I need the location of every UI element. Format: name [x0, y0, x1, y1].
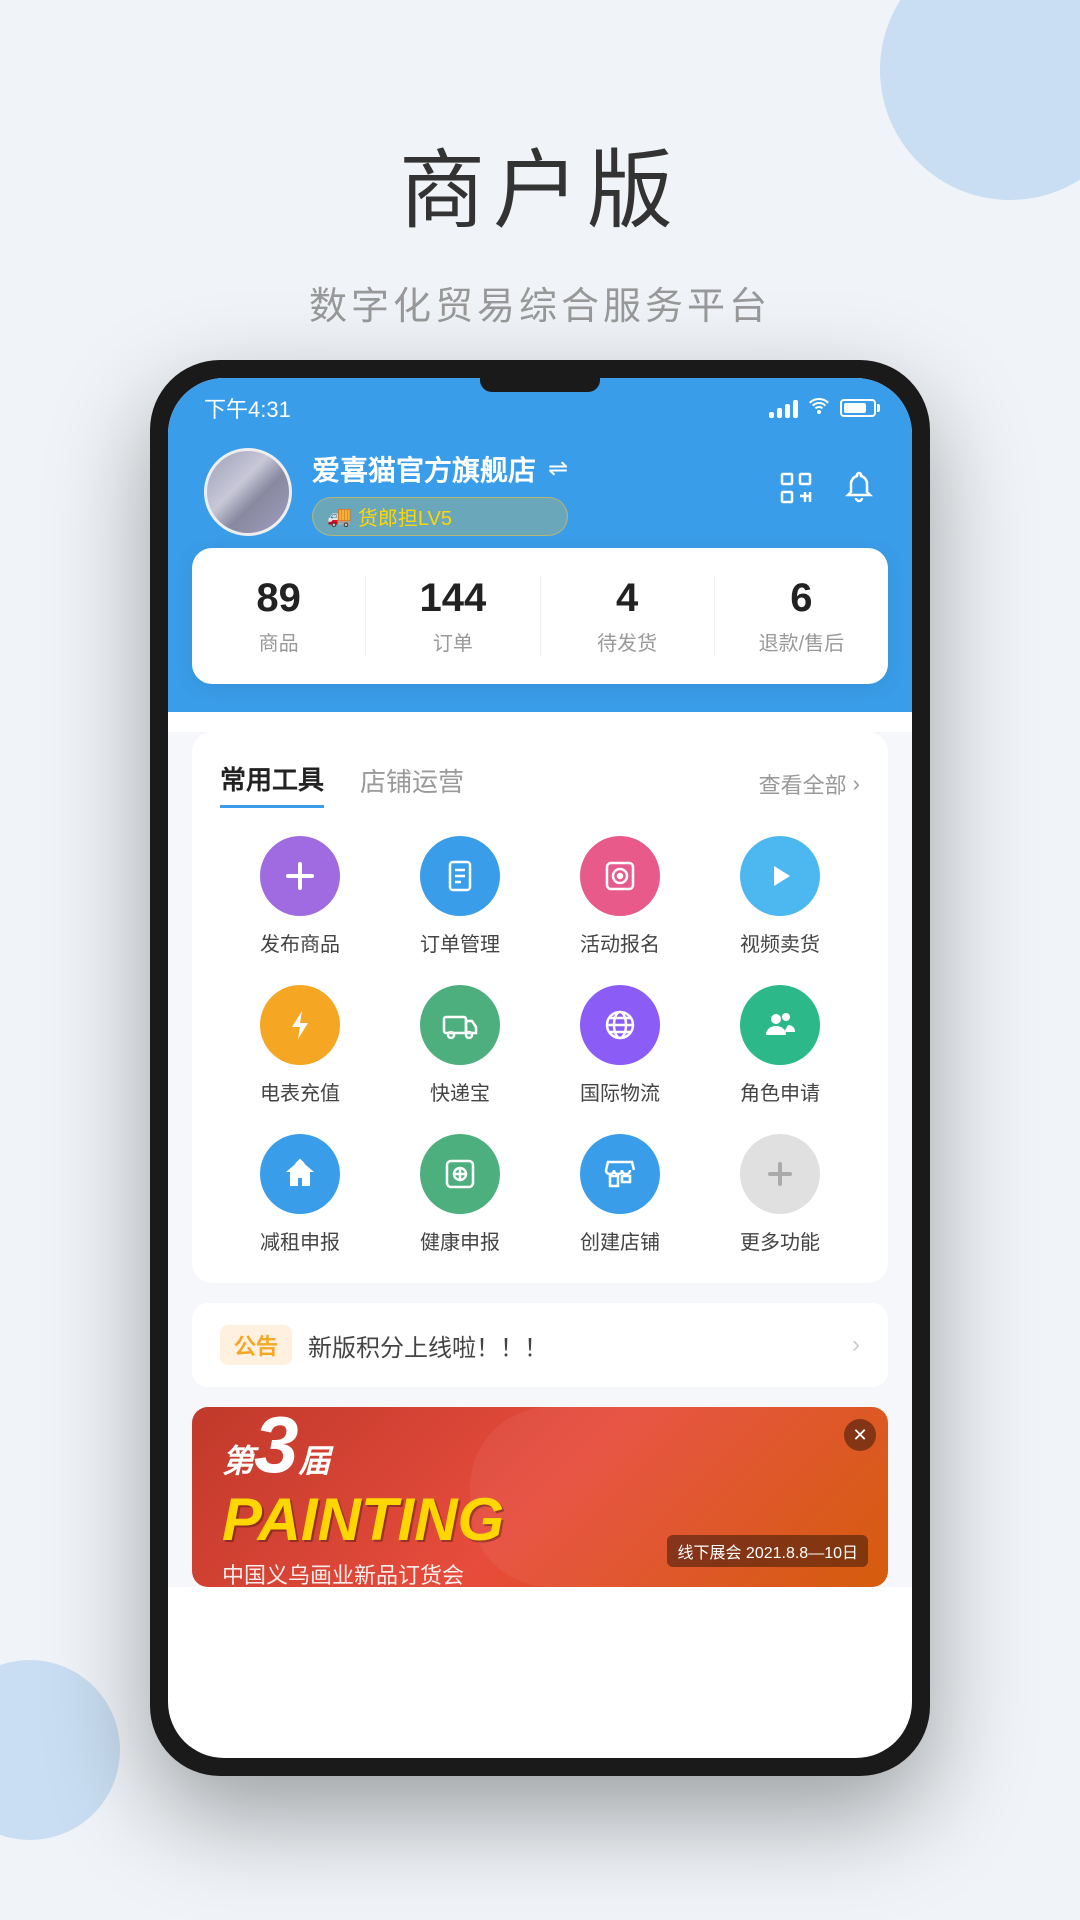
level-badge: 🚚 货郎担LV5 — [312, 497, 568, 536]
banner-content: 第 3 届 PAINTING 中国义乌画业新品订货会 — [222, 1407, 504, 1587]
tool-health-icon — [420, 1134, 500, 1214]
status-time: 下午4:31 — [204, 392, 291, 424]
tool-orders-label: 订单管理 — [420, 928, 500, 957]
tool-create-store-label: 创建店铺 — [580, 1226, 660, 1255]
notice-text: 新版积分上线啦！！！ — [308, 1328, 836, 1363]
header-icons — [778, 470, 876, 514]
bell-button[interactable] — [842, 470, 876, 514]
level-text: 货郎担LV5 — [358, 502, 452, 531]
user-info: 爱喜猫官方旗舰店 ⇌ 🚚 货郎担LV5 — [312, 449, 568, 536]
notice-tag: 公告 — [220, 1325, 292, 1365]
tool-role-icon — [740, 985, 820, 1065]
wifi-icon — [808, 396, 830, 420]
tool-rent[interactable]: 减租申报 — [220, 1134, 380, 1255]
notice-arrow-icon: › — [852, 1331, 860, 1359]
stat-pending-label: 待发货 — [541, 627, 714, 656]
app-content: 常用工具 店铺运营 查看全部 › 发布商品 — [168, 732, 912, 1587]
tool-create-store[interactable]: 创建店铺 — [540, 1134, 700, 1255]
tool-intl-label: 国际物流 — [580, 1077, 660, 1106]
tool-publish-label: 发布商品 — [260, 928, 340, 957]
tool-express-label: 快递宝 — [430, 1077, 490, 1106]
switch-icon[interactable]: ⇌ — [548, 454, 568, 483]
banner-close-button[interactable]: ✕ — [844, 1419, 876, 1451]
banner-sub-text: 中国义乌画业新品订货会 — [222, 1558, 504, 1588]
stat-orders-label: 订单 — [366, 627, 539, 656]
chevron-right-icon: › — [853, 771, 860, 797]
level-truck-icon: 🚚 — [327, 504, 352, 529]
tool-health-label: 健康申报 — [420, 1226, 500, 1255]
view-all-label: 查看全部 — [759, 768, 847, 800]
phone-mockup: 下午4:31 — [150, 360, 930, 1776]
tabs-row: 常用工具 店铺运营 查看全部 › — [220, 760, 860, 808]
tool-create-store-icon — [580, 1134, 660, 1214]
phone-screen: 下午4:31 — [168, 378, 912, 1758]
tool-electric-icon — [260, 985, 340, 1065]
stat-pending[interactable]: 4 待发货 — [541, 576, 715, 656]
tool-video-label: 视频卖货 — [740, 928, 820, 957]
phone-notch — [480, 378, 600, 392]
tab-store-ops[interactable]: 店铺运营 — [360, 762, 464, 807]
tool-role[interactable]: 角色申请 — [700, 985, 860, 1106]
user-left: 爱喜猫官方旗舰店 ⇌ 🚚 货郎担LV5 — [204, 448, 568, 536]
tool-more-label: 更多功能 — [740, 1226, 820, 1255]
tool-intl-icon — [580, 985, 660, 1065]
tool-publish[interactable]: 发布商品 — [220, 836, 380, 957]
tool-intl[interactable]: 国际物流 — [540, 985, 700, 1106]
stat-refund-label: 退款/售后 — [715, 627, 888, 656]
tab-common-tools[interactable]: 常用工具 — [220, 760, 324, 808]
tool-activity[interactable]: 活动报名 — [540, 836, 700, 957]
banner-badge: 线下展会 2021.8.8—10日 — [667, 1535, 868, 1567]
stat-orders[interactable]: 144 订单 — [366, 576, 540, 656]
tool-publish-icon — [260, 836, 340, 916]
tool-express-icon — [420, 985, 500, 1065]
store-name-row: 爱喜猫官方旗舰店 ⇌ — [312, 449, 568, 489]
avatar[interactable] — [204, 448, 292, 536]
tool-health[interactable]: 健康申报 — [380, 1134, 540, 1255]
stat-goods-number: 89 — [192, 576, 365, 621]
banner-num: 3 — [254, 1407, 299, 1485]
stats-card: 89 商品 144 订单 4 待发货 6 退款/售后 — [192, 548, 888, 684]
stat-orders-number: 144 — [366, 576, 539, 621]
status-icons — [769, 396, 876, 420]
banner[interactable]: 第 3 届 PAINTING 中国义乌画业新品订货会 ✕ 线下展会 2021.8… — [192, 1407, 888, 1587]
tool-video[interactable]: 视频卖货 — [700, 836, 860, 957]
app-header: 爱喜猫官方旗舰店 ⇌ 🚚 货郎担LV5 — [168, 430, 912, 566]
bg-decoration-bottom — [0, 1660, 120, 1840]
user-row: 爱喜猫官方旗舰店 ⇌ 🚚 货郎担LV5 — [204, 448, 876, 536]
tool-rent-label: 减租申报 — [260, 1226, 340, 1255]
tool-express[interactable]: 快递宝 — [380, 985, 540, 1106]
tool-electric[interactable]: 电表充值 — [220, 985, 380, 1106]
notice-bar[interactable]: 公告 新版积分上线啦！！！ › — [192, 1303, 888, 1387]
battery-icon — [840, 399, 876, 417]
view-all-button[interactable]: 查看全部 › — [759, 768, 860, 800]
tool-more-icon — [740, 1134, 820, 1214]
page-title: 商户版 — [0, 120, 1080, 245]
stat-refund[interactable]: 6 退款/售后 — [715, 576, 888, 656]
stat-goods[interactable]: 89 商品 — [192, 576, 366, 656]
page-subtitle: 数字化贸易综合服务平台 — [0, 275, 1080, 330]
banner-main-text: PAINTING — [222, 1486, 504, 1553]
tool-more[interactable]: 更多功能 — [700, 1134, 860, 1255]
tools-section: 常用工具 店铺运营 查看全部 › 发布商品 — [192, 732, 888, 1283]
tool-role-label: 角色申请 — [740, 1077, 820, 1106]
tool-electric-label: 电表充值 — [260, 1077, 340, 1106]
tool-video-icon — [740, 836, 820, 916]
tool-grid: 发布商品 订单管理 活动报名 — [220, 836, 860, 1255]
tool-orders-icon — [420, 836, 500, 916]
header-section: 商户版 数字化贸易综合服务平台 — [0, 0, 1080, 330]
tool-orders[interactable]: 订单管理 — [380, 836, 540, 957]
stat-pending-number: 4 — [541, 576, 714, 621]
phone-frame: 下午4:31 — [150, 360, 930, 1776]
store-name: 爱喜猫官方旗舰店 — [312, 449, 536, 489]
stat-goods-label: 商品 — [192, 627, 365, 656]
tool-rent-icon — [260, 1134, 340, 1214]
tool-activity-label: 活动报名 — [580, 928, 660, 957]
scan-button[interactable] — [778, 470, 814, 514]
stat-refund-number: 6 — [715, 576, 888, 621]
tool-activity-icon — [580, 836, 660, 916]
signal-icon — [769, 398, 798, 418]
